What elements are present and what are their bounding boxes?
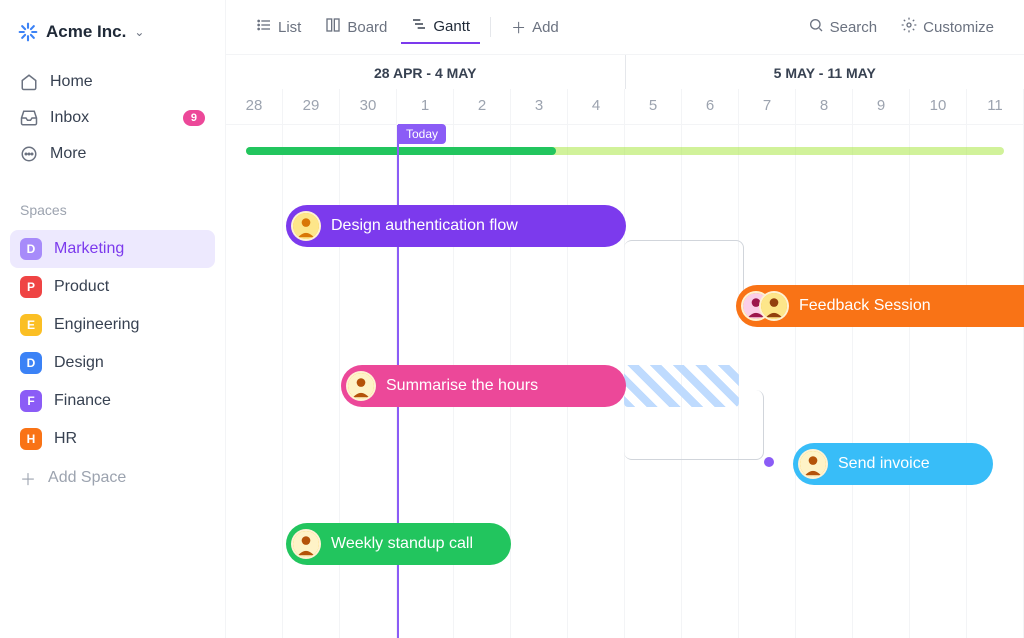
task-blocked-region [624,365,739,407]
space-label: Finance [54,392,111,410]
nav-home[interactable]: Home [10,64,215,100]
chevron-down-icon: ⌄ [134,25,144,39]
day-header: 28 [226,89,283,124]
space-badge: P [20,276,42,298]
day-header: 3 [511,89,568,124]
space-marketing[interactable]: D Marketing [10,230,215,268]
home-icon [20,73,38,91]
task-feedback[interactable]: Feedback Session [736,285,1024,327]
space-engineering[interactable]: E Engineering [10,306,215,344]
view-board[interactable]: Board [315,11,397,43]
day-header: 7 [739,89,796,124]
connector-dot [764,457,774,467]
day-header: 2 [454,89,511,124]
task-label: Design authentication flow [331,217,518,235]
day-header: 8 [796,89,853,124]
task-design-auth[interactable]: Design authentication flow [286,205,626,247]
gear-icon [901,17,917,37]
space-badge: F [20,390,42,412]
space-badge: D [20,352,42,374]
view-gantt[interactable]: Gantt [401,10,480,44]
search-button[interactable]: Search [798,11,888,43]
task-label: Send invoice [838,455,930,473]
separator [490,17,491,37]
day-header: 4 [568,89,625,124]
space-badge: D [20,238,42,260]
day-header: 11 [967,89,1024,124]
space-label: Engineering [54,316,139,334]
plus-icon: ＋ [511,17,526,38]
nav-inbox[interactable]: Inbox 9 [10,100,215,136]
list-icon [256,17,272,37]
task-label: Summarise the hours [386,377,538,395]
avatar [798,449,828,479]
add-space-button[interactable]: ＋ Add Space [10,458,215,498]
org-switcher[interactable]: Acme Inc. ⌄ [10,16,215,48]
space-hr[interactable]: H HR [10,420,215,458]
space-badge: E [20,314,42,336]
day-header: 10 [910,89,967,124]
inbox-icon [20,109,38,127]
customize-button[interactable]: Customize [891,11,1004,43]
day-header: 5 [625,89,682,124]
today-marker: Today [398,124,446,144]
view-list[interactable]: List [246,11,311,43]
inbox-badge: 9 [183,110,205,126]
task-standup[interactable]: Weekly standup call [286,523,511,565]
more-icon [20,145,38,163]
progress-fill [246,147,556,155]
space-label: Marketing [54,240,124,258]
add-view-button[interactable]: ＋ Add [501,11,569,44]
plus-icon: ＋ [20,466,36,490]
search-label: Search [830,19,878,36]
space-label: HR [54,430,77,448]
space-product[interactable]: P Product [10,268,215,306]
customize-label: Customize [923,19,994,36]
add-view-label: Add [532,19,559,36]
space-label: Product [54,278,109,296]
board-icon [325,17,341,37]
nav-more[interactable]: More [10,136,215,172]
dependency-connector [624,240,744,310]
add-space-label: Add Space [48,469,126,487]
task-send-invoice[interactable]: Send invoice [793,443,993,485]
task-label: Weekly standup call [331,535,473,553]
avatar [291,529,321,559]
day-header: 6 [682,89,739,124]
task-summarise[interactable]: Summarise the hours [341,365,626,407]
org-logo-icon [18,22,38,42]
avatar [291,211,321,241]
avatar [346,371,376,401]
task-label: Feedback Session [799,297,931,315]
gantt-icon [411,16,427,36]
nav-inbox-label: Inbox [50,109,89,127]
space-label: Design [54,354,104,372]
week-header: 5 MAY - 11 MAY [626,55,1024,89]
day-header: 1 [397,89,454,124]
day-header: 29 [283,89,340,124]
nav-home-label: Home [50,73,93,91]
day-header: 9 [853,89,910,124]
search-icon [808,17,824,37]
space-finance[interactable]: F Finance [10,382,215,420]
view-list-label: List [278,19,301,36]
space-design[interactable]: D Design [10,344,215,382]
org-name: Acme Inc. [46,22,126,42]
nav-more-label: More [50,145,86,163]
view-board-label: Board [347,19,387,36]
week-header: 28 APR - 4 MAY [226,55,626,89]
spaces-heading: Spaces [10,194,215,226]
avatar [759,291,789,321]
day-header: 30 [340,89,397,124]
view-gantt-label: Gantt [433,18,470,35]
space-badge: H [20,428,42,450]
